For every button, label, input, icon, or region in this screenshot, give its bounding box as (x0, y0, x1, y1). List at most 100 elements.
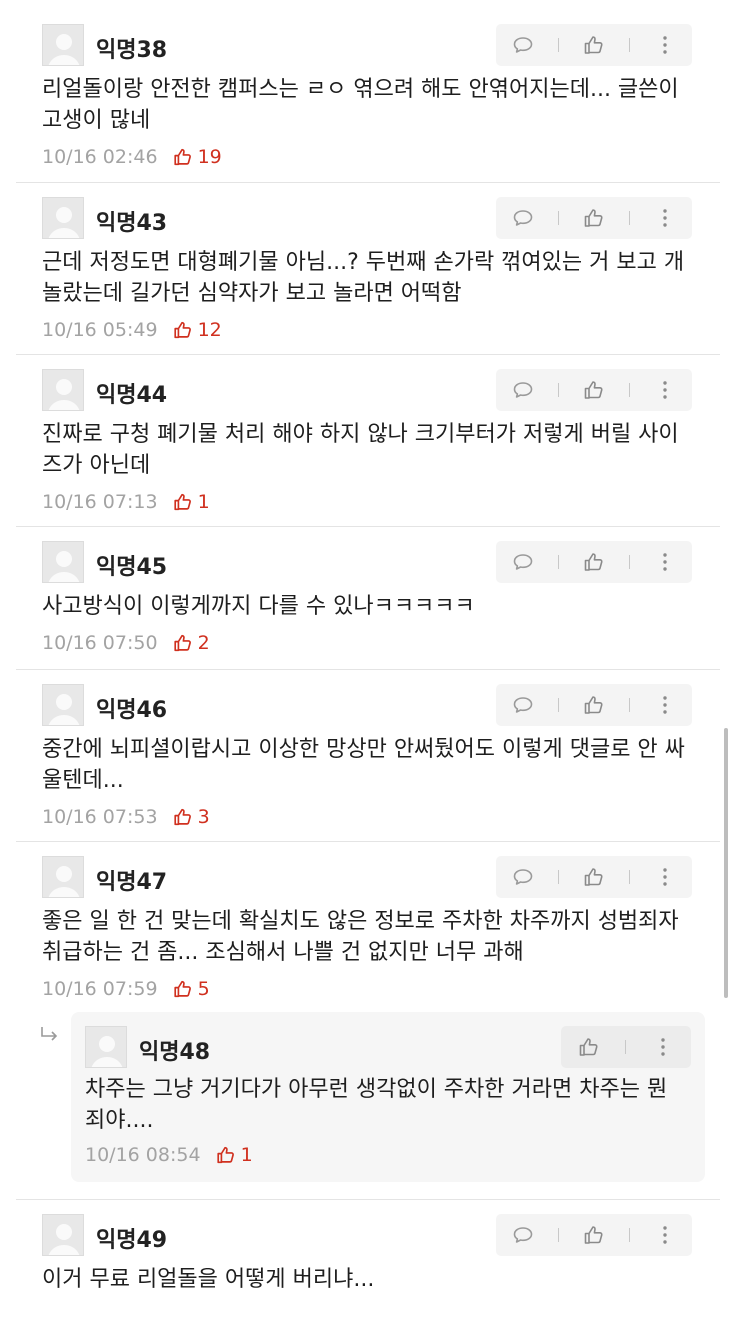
divider (628, 211, 630, 225)
reply-container: 익명48 차주는 그냥 거기다가 아무런 생각없이 주차한 거라면 차주는 뭔 … (16, 1012, 720, 1200)
thumbs-up-icon (172, 146, 194, 168)
thumbs-up-icon[interactable] (574, 1215, 614, 1255)
like-number: 3 (197, 806, 210, 828)
thumbs-up-icon (172, 806, 194, 828)
thumbs-up-icon (172, 632, 194, 654)
thumbs-up-icon (172, 978, 194, 1000)
more-vertical-icon[interactable] (643, 1027, 683, 1067)
comment-actions (496, 24, 692, 66)
comment-date: 10/16 07:59 (42, 978, 158, 1000)
thumbs-up-icon[interactable] (574, 542, 614, 582)
divider (558, 555, 560, 569)
comment-item: 익명45 사고방식이 이렇게까지 다를 수 있나ㅋㅋㅋㅋㅋ 10/16 07:5… (16, 527, 720, 670)
divider (625, 1040, 627, 1054)
thumbs-up-icon[interactable] (574, 370, 614, 410)
comment-actions (496, 541, 692, 583)
avatar[interactable] (42, 197, 84, 239)
like-count: 1 (172, 491, 210, 513)
divider (558, 211, 560, 225)
comment-text: 사고방식이 이렇게까지 다를 수 있나ㅋㅋㅋㅋㅋ (42, 594, 475, 619)
comment-item: 익명47 좋은 일 한 건 맞는데 확실치도 않은 정보로 주차한 차주까지 성… (16, 842, 720, 1012)
like-number: 1 (240, 1144, 253, 1166)
comment-author: 익명49 (96, 1228, 168, 1253)
avatar[interactable] (42, 1214, 84, 1256)
divider (628, 555, 630, 569)
comment-text: 리얼돌이랑 안전한 캠퍼스는 ㄹㅇ 엮으려 해도 안엮어지는데... 글쓴이 고… (42, 77, 686, 133)
comment-icon[interactable] (503, 370, 543, 410)
divider (628, 698, 630, 712)
comment-date: 10/16 07:13 (42, 491, 158, 513)
thumbs-up-icon (215, 1144, 237, 1166)
comment-list: 익명38 리얼돌이랑 안전한 캠퍼스는 ㄹㅇ 엮으려 해도 안엮어지는데... … (0, 0, 733, 1320)
avatar[interactable] (42, 369, 84, 411)
thumbs-up-icon (172, 491, 194, 513)
reply-author: 익명48 (139, 1040, 211, 1065)
comment-text: 좋은 일 한 건 맞는데 확실치도 않은 정보로 주차한 차주까지 성범죄자 취… (42, 909, 686, 965)
more-vertical-icon[interactable] (645, 370, 685, 410)
comment-author: 익명47 (96, 870, 168, 895)
like-count: 3 (172, 806, 210, 828)
like-number: 19 (197, 146, 222, 168)
reply-date: 10/16 08:54 (85, 1144, 201, 1166)
thumbs-up-icon[interactable] (574, 25, 614, 65)
comment-author: 익명43 (96, 211, 168, 236)
comment-author: 익명38 (96, 38, 168, 63)
comment-actions (496, 197, 692, 239)
comment-actions (496, 684, 692, 726)
comment-icon[interactable] (503, 25, 543, 65)
comment-date: 10/16 05:49 (42, 319, 158, 341)
comment-icon[interactable] (503, 198, 543, 238)
divider (558, 698, 560, 712)
more-vertical-icon[interactable] (645, 857, 685, 897)
comment-item: 익명49 이거 무료 리얼돌을 어떻게 버리냐... (16, 1200, 720, 1320)
comment-actions (496, 369, 692, 411)
like-number: 5 (197, 978, 210, 1000)
more-vertical-icon[interactable] (645, 542, 685, 582)
avatar[interactable] (42, 24, 84, 66)
avatar[interactable] (42, 856, 84, 898)
comment-text: 중간에 뇌피셜이랍시고 이상한 망상만 안써뒀어도 이렇게 댓글로 안 싸울텐데… (42, 737, 685, 793)
divider (558, 38, 560, 52)
comment-icon[interactable] (503, 685, 543, 725)
comment-author: 익명45 (96, 555, 168, 580)
avatar[interactable] (42, 684, 84, 726)
more-vertical-icon[interactable] (645, 1215, 685, 1255)
comment-item: 익명46 중간에 뇌피셜이랍시고 이상한 망상만 안써뒀어도 이렇게 댓글로 안… (16, 670, 720, 842)
comment-icon[interactable] (503, 542, 543, 582)
avatar[interactable] (85, 1026, 127, 1068)
comment-text: 근데 저정도면 대형폐기물 아님...? 두번째 손가락 꺾여있는 거 보고 개… (42, 250, 685, 306)
reply-actions (561, 1026, 691, 1068)
divider (628, 1228, 630, 1242)
scrollbar[interactable] (724, 728, 728, 998)
reply-arrow-icon (41, 1027, 58, 1041)
more-vertical-icon[interactable] (645, 25, 685, 65)
thumbs-up-icon[interactable] (574, 857, 614, 897)
thumbs-up-icon[interactable] (574, 198, 614, 238)
comment-author: 익명44 (96, 383, 168, 408)
like-number: 2 (197, 632, 210, 654)
comment-date: 10/16 07:53 (42, 806, 158, 828)
more-vertical-icon[interactable] (645, 685, 685, 725)
comment-item: 익명43 근데 저정도면 대형폐기물 아님...? 두번째 손가락 꺾여있는 거… (16, 183, 720, 355)
comment-text: 진짜로 구청 폐기물 처리 해야 하지 않나 크기부터가 저렇게 버릴 사이즈가… (42, 422, 679, 478)
comment-icon[interactable] (503, 857, 543, 897)
divider (558, 383, 560, 397)
thumbs-up-icon[interactable] (574, 685, 614, 725)
divider (558, 870, 560, 884)
comment-actions (496, 1214, 692, 1256)
divider (628, 383, 630, 397)
comment-item: 익명44 진짜로 구청 폐기물 처리 해야 하지 않나 크기부터가 저렇게 버릴… (16, 355, 720, 527)
like-number: 12 (197, 319, 222, 341)
avatar[interactable] (42, 541, 84, 583)
comment-date: 10/16 07:50 (42, 632, 158, 654)
reply-item: 익명48 차주는 그냥 거기다가 아무런 생각없이 주차한 거라면 차주는 뭔 … (71, 1012, 705, 1182)
comment-item: 익명38 리얼돌이랑 안전한 캠퍼스는 ㄹㅇ 엮으려 해도 안엮어지는데... … (16, 0, 720, 183)
like-count: 1 (215, 1144, 253, 1166)
like-count: 19 (172, 146, 222, 168)
divider (628, 870, 630, 884)
more-vertical-icon[interactable] (645, 198, 685, 238)
divider (628, 38, 630, 52)
comment-icon[interactable] (503, 1215, 543, 1255)
thumbs-up-icon[interactable] (569, 1027, 609, 1067)
divider (558, 1228, 560, 1242)
